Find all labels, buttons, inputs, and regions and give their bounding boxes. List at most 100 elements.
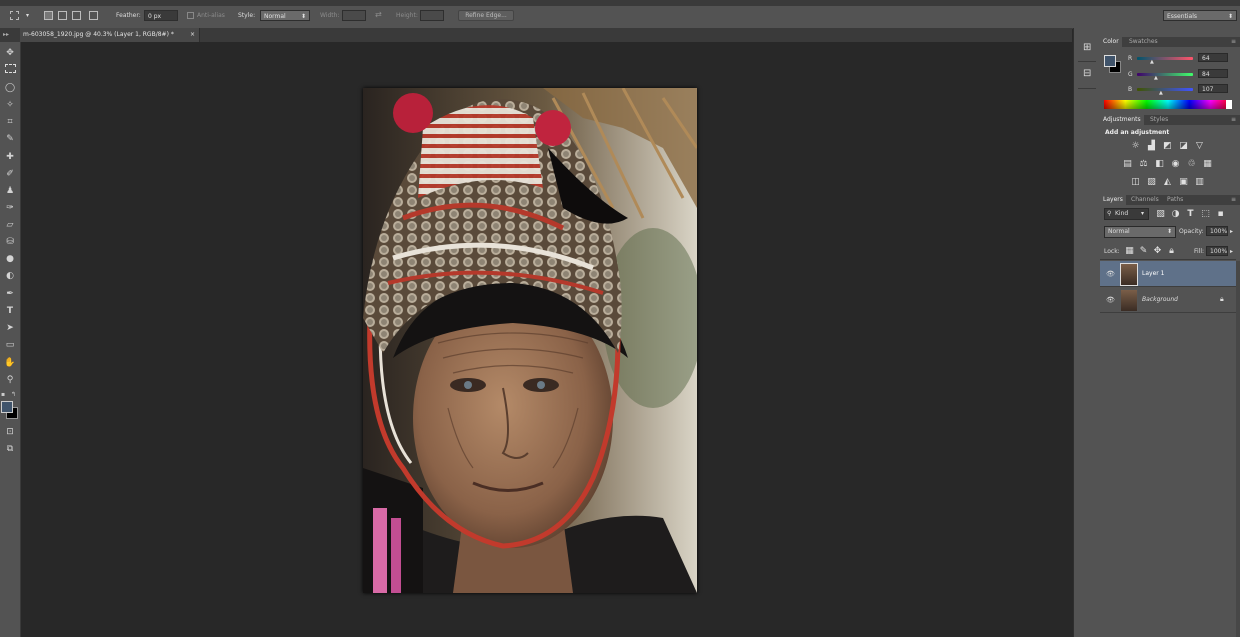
style-select[interactable]: Normal ⬍ bbox=[260, 10, 310, 21]
collapse-toolbox-icon[interactable]: ▸▸ bbox=[3, 31, 9, 38]
fill-input[interactable]: 100% bbox=[1206, 246, 1228, 256]
threshold-icon[interactable]: ◭ bbox=[1162, 177, 1173, 187]
brightness-icon[interactable]: ☼ bbox=[1130, 141, 1141, 151]
layer-row-layer-1[interactable]: 👁︎ Layer 1 bbox=[1100, 261, 1236, 287]
intersect-selection-icon[interactable] bbox=[89, 11, 98, 20]
history-brush-tool-icon[interactable]: ✑ bbox=[3, 201, 17, 215]
tab-layers[interactable]: Layers bbox=[1100, 195, 1126, 205]
lock-all-icon[interactable]: 🔒︎ bbox=[1166, 246, 1177, 256]
eyedropper-tool-icon[interactable]: ✎ bbox=[3, 132, 17, 146]
channel-mixer-icon[interactable]: ♲ bbox=[1186, 159, 1197, 169]
foreground-color-swatch[interactable] bbox=[1104, 55, 1116, 67]
blend-mode-select[interactable]: Normal ⬍ bbox=[1104, 226, 1176, 238]
paint-bucket-tool-icon[interactable]: ⛁ bbox=[3, 235, 17, 249]
document-image[interactable] bbox=[363, 88, 697, 593]
properties-panel-icon[interactable]: ⊟ bbox=[1083, 68, 1091, 79]
new-selection-icon[interactable] bbox=[44, 11, 53, 20]
filter-smart-object-icon[interactable]: ▪ bbox=[1215, 209, 1226, 219]
foreground-color-swatch[interactable] bbox=[1, 401, 13, 413]
tab-paths[interactable]: Paths bbox=[1164, 195, 1186, 205]
type-tool-icon[interactable]: T bbox=[3, 304, 17, 318]
rectangular-marquee-tool-icon[interactable] bbox=[3, 64, 17, 78]
healing-brush-tool-icon[interactable]: ✚ bbox=[3, 150, 17, 164]
tab-channels[interactable]: Channels bbox=[1128, 195, 1162, 205]
layer-row-background[interactable]: 👁︎ Background 🔒︎ bbox=[1100, 287, 1236, 313]
antialias-checkbox[interactable] bbox=[187, 12, 194, 19]
color-spectrum-bar[interactable] bbox=[1104, 100, 1232, 109]
subtract-selection-icon[interactable] bbox=[72, 11, 81, 20]
layer-name[interactable]: Layer 1 bbox=[1142, 270, 1164, 277]
hue-saturation-icon[interactable]: ▤ bbox=[1122, 159, 1133, 169]
eraser-tool-icon[interactable]: ▱ bbox=[3, 218, 17, 232]
height-input[interactable] bbox=[420, 10, 444, 21]
default-colors-icon[interactable]: ▪ bbox=[1, 391, 5, 398]
filter-shape-icon[interactable]: ⬚ bbox=[1200, 209, 1211, 219]
exposure-icon[interactable]: ◪ bbox=[1178, 141, 1189, 151]
levels-icon[interactable]: ▟ bbox=[1146, 141, 1157, 151]
lasso-tool-icon[interactable]: ◯ bbox=[3, 81, 17, 95]
move-tool-icon[interactable]: ✥ bbox=[3, 46, 17, 60]
refine-edge-button[interactable]: Refine Edge... bbox=[458, 10, 514, 21]
selective-color-icon[interactable]: ▣ bbox=[1178, 177, 1189, 187]
marquee-preset-icon[interactable] bbox=[10, 11, 19, 20]
chevron-right-icon[interactable]: ▸ bbox=[1230, 228, 1233, 235]
add-selection-icon[interactable] bbox=[58, 11, 67, 20]
panel-menu-icon[interactable]: ≡ bbox=[1228, 37, 1239, 47]
magic-wand-tool-icon[interactable]: ✧ bbox=[3, 98, 17, 112]
screen-mode-icon[interactable]: ⧉ bbox=[3, 442, 17, 456]
tab-adjustments[interactable]: Adjustments bbox=[1100, 115, 1144, 125]
dodge-tool-icon[interactable]: ◐ bbox=[3, 269, 17, 283]
swap-colors-icon[interactable]: ↰ bbox=[11, 391, 16, 398]
panel-menu-icon[interactable]: ≡ bbox=[1228, 195, 1239, 205]
lock-position-icon[interactable]: ✥ bbox=[1152, 246, 1163, 256]
hand-tool-icon[interactable]: ✋ bbox=[3, 356, 17, 370]
history-panel-icon[interactable]: ⊞ bbox=[1083, 42, 1091, 53]
workspace-select[interactable]: Essentials ⬍ bbox=[1163, 10, 1237, 21]
blur-tool-icon[interactable]: ● bbox=[3, 252, 17, 266]
white-swatch[interactable] bbox=[1226, 100, 1232, 109]
rectangle-tool-icon[interactable]: ▭ bbox=[3, 338, 17, 352]
black-white-icon[interactable]: ◧ bbox=[1154, 159, 1165, 169]
visibility-eye-icon[interactable]: 👁︎ bbox=[1106, 296, 1115, 304]
tab-color[interactable]: Color bbox=[1100, 37, 1122, 47]
close-icon[interactable]: × bbox=[190, 28, 195, 42]
g-slider-thumb-icon[interactable]: ▲ bbox=[1154, 75, 1158, 81]
filter-adjustment-icon[interactable]: ◑ bbox=[1170, 209, 1181, 219]
layer-name[interactable]: Background bbox=[1142, 296, 1178, 303]
lock-pixels-icon[interactable]: ✎ bbox=[1138, 246, 1149, 256]
b-input[interactable]: 107 bbox=[1198, 84, 1228, 93]
g-input[interactable]: 84 bbox=[1198, 69, 1228, 78]
quick-mask-icon[interactable]: ⊡ bbox=[3, 425, 17, 439]
visibility-eye-icon[interactable]: 👁︎ bbox=[1106, 270, 1115, 278]
chevron-right-icon[interactable]: ▸ bbox=[1230, 248, 1233, 255]
invert-icon[interactable]: ◫ bbox=[1130, 177, 1141, 187]
path-selection-tool-icon[interactable]: ➤ bbox=[3, 321, 17, 335]
zoom-tool-icon[interactable]: ⚲ bbox=[3, 373, 17, 387]
opacity-input[interactable]: 100% bbox=[1206, 226, 1228, 236]
document-tab[interactable]: m-603058_1920.jpg @ 40.3% (Layer 1, RGB/… bbox=[20, 28, 200, 42]
filter-pixel-icon[interactable]: ▧ bbox=[1155, 209, 1166, 219]
curves-icon[interactable]: ◩ bbox=[1162, 141, 1173, 151]
color-balance-icon[interactable]: ⚖ bbox=[1138, 159, 1149, 169]
pen-tool-icon[interactable]: ✒ bbox=[3, 287, 17, 301]
photo-filter-icon[interactable]: ◉ bbox=[1170, 159, 1181, 169]
tab-styles[interactable]: Styles bbox=[1147, 115, 1171, 125]
posterize-icon[interactable]: ▨ bbox=[1146, 177, 1157, 187]
b-slider-thumb-icon[interactable]: ▲ bbox=[1159, 90, 1163, 96]
r-input[interactable]: 64 bbox=[1198, 53, 1228, 62]
filter-type-icon[interactable]: T bbox=[1185, 209, 1196, 219]
layer-filter-select[interactable]: ⚲ Kind ▾ bbox=[1104, 208, 1149, 220]
crop-tool-icon[interactable]: ⌗ bbox=[3, 115, 17, 129]
lock-transparent-icon[interactable]: ▦ bbox=[1124, 246, 1135, 256]
swap-dimensions-icon[interactable]: ⇄ bbox=[375, 10, 382, 19]
brush-tool-icon[interactable]: ✐ bbox=[3, 167, 17, 181]
g-slider[interactable] bbox=[1137, 73, 1193, 76]
color-lookup-icon[interactable]: ▦ bbox=[1202, 159, 1213, 169]
tab-swatches[interactable]: Swatches bbox=[1126, 37, 1161, 47]
panel-menu-icon[interactable]: ≡ bbox=[1228, 115, 1239, 125]
layers-empty-area[interactable] bbox=[1100, 313, 1236, 637]
vibrance-icon[interactable]: ▽ bbox=[1194, 141, 1205, 151]
clone-stamp-tool-icon[interactable]: ♟ bbox=[3, 184, 17, 198]
gradient-map-icon[interactable]: ▥ bbox=[1194, 177, 1205, 187]
width-input[interactable] bbox=[342, 10, 366, 21]
